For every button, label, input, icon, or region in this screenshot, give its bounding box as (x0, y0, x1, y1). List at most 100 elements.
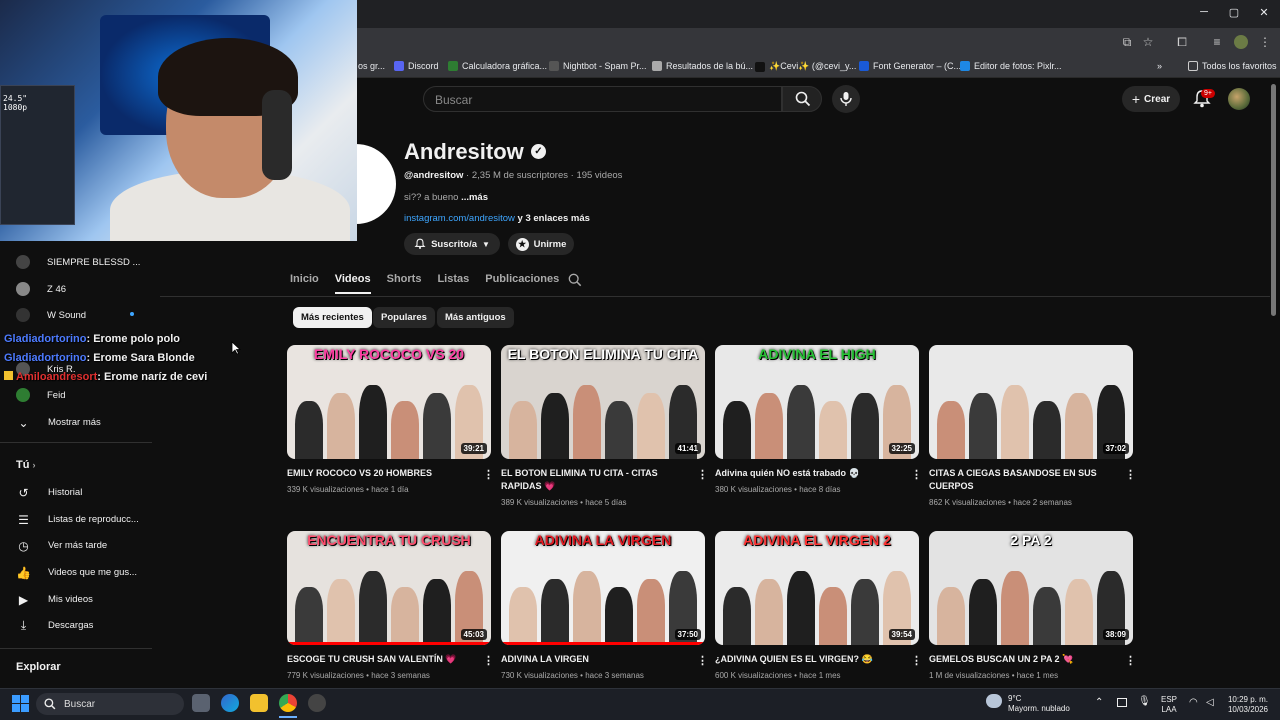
sidebar-subscription[interactable]: SIEMPRE BLESSD ... (16, 255, 140, 269)
video-thumbnail[interactable]: EL BOTON ELIMINA TU CITA 41:41 (501, 345, 705, 459)
video-card[interactable]: 37:02 CITAS A CIEGAS BASANDOSE EN SUS CUE… (929, 345, 1136, 507)
video-thumbnail[interactable]: ENCUENTRA TU CRUSH 45:03 (287, 531, 491, 645)
volume-icon[interactable]: ◁ (1206, 697, 1214, 708)
channel-search-icon[interactable] (568, 273, 582, 287)
install-app-icon[interactable]: ⧉ (1120, 35, 1134, 49)
video-card[interactable]: EL BOTON ELIMINA TU CITA 41:41 EL BOTON EL… (501, 345, 708, 507)
video-card[interactable]: EMILY ROCOCO VS 20 39:21 EMILY ROCOCO VS 2… (287, 345, 494, 495)
sidebar-item-history[interactable]: ↺ Historial (16, 485, 82, 500)
chrome-icon[interactable] (279, 694, 297, 712)
video-card[interactable]: ADIVINA EL HIGH 32:25 Adivina quién NO est… (715, 345, 922, 495)
tab-publicaciones[interactable]: Publicaciones (485, 273, 559, 294)
video-title[interactable]: Adivina quién NO está trabado 💀 (715, 467, 905, 480)
video-card[interactable]: ENCUENTRA TU CRUSH 45:03 ESCOGE TU CRUSH S… (287, 531, 494, 681)
video-thumbnail[interactable]: 37:02 (929, 345, 1133, 459)
video-thumbnail[interactable]: ADIVINA EL HIGH 32:25 (715, 345, 919, 459)
video-card[interactable]: ADIVINA LA VIRGEN 37:50 ADIVINA LA VIRGEN 7… (501, 531, 708, 681)
profile-icon[interactable] (1234, 35, 1248, 49)
voice-search-button[interactable] (832, 85, 860, 113)
minimize-button[interactable]: ─ (1196, 6, 1212, 18)
search-button[interactable] (782, 86, 822, 112)
create-button[interactable]: + Crear (1122, 86, 1180, 112)
video-menu-icon[interactable]: ⋮ (1125, 468, 1136, 481)
tray-chevron-up-icon[interactable]: ⌃ (1095, 697, 1103, 708)
video-title[interactable]: ¿ADIVINA QUIEN ES EL VIRGEN? 😂 (715, 653, 905, 666)
obs-icon[interactable] (308, 694, 326, 712)
bookmark-item[interactable]: Font Generator – (C... (859, 61, 961, 71)
video-title[interactable]: CITAS A CIEGAS BASANDOSE EN SUS CUERPOS (929, 467, 1119, 493)
weather-widget[interactable]: 9°C Mayorm. nublado (1008, 694, 1070, 714)
wifi-icon[interactable]: ◠ (1189, 697, 1198, 708)
sidebar-subscription[interactable]: W Sound (16, 308, 134, 322)
tab-listas[interactable]: Listas (437, 273, 469, 294)
subscribed-button[interactable]: Suscrito/a ▼ (404, 233, 500, 255)
maximize-button[interactable]: ▢ (1226, 6, 1242, 19)
tab-shorts[interactable]: Shorts (387, 273, 422, 294)
all-bookmarks-button[interactable]: Todos los favoritos (1188, 61, 1277, 71)
bookmark-item[interactable]: Calculadora gráfica... (448, 61, 547, 71)
filter-chip[interactable]: Populares (373, 307, 435, 328)
video-title[interactable]: ESCOGE TU CRUSH SAN VALENTÍN 💗 (287, 653, 477, 666)
show-more-button[interactable]: ⌄ Mostrar más (16, 415, 100, 430)
extensions-icon[interactable]: ⧠ (1175, 35, 1189, 49)
bookmark-item[interactable]: Editor de fotos: Pixlr... (960, 61, 1062, 71)
bookmark-item[interactable]: Nightbot - Spam Pr... (549, 61, 647, 71)
star-icon[interactable]: ☆ (1141, 35, 1155, 49)
you-section-header[interactable]: Tú › (16, 459, 36, 471)
browser-menu-icon[interactable]: ⋮ (1258, 35, 1272, 49)
search-input[interactable]: Buscar (423, 86, 782, 112)
video-menu-icon[interactable]: ⋮ (911, 468, 922, 481)
microphone-tray-icon[interactable]: 🎙 (1138, 696, 1151, 707)
video-thumbnail[interactable]: EMILY ROCOCO VS 20 39:21 (287, 345, 491, 459)
sidebar-item-like[interactable]: 👍 Videos que me gus... (16, 565, 137, 580)
network-icon[interactable] (1117, 698, 1127, 707)
sidebar-subscription[interactable]: Z 46 (16, 282, 66, 296)
media-control-icon[interactable]: ≡ (1210, 35, 1224, 49)
join-button[interactable]: ★ Unirme (508, 233, 574, 255)
channel-description[interactable]: si?? a bueno ...más (404, 192, 488, 203)
more-links[interactable]: y 3 enlaces más (515, 213, 590, 224)
video-menu-icon[interactable]: ⋮ (697, 654, 708, 667)
edge-icon[interactable] (221, 694, 239, 712)
video-thumbnail[interactable]: ADIVINA LA VIRGEN 37:50 (501, 531, 705, 645)
sidebar-item-my-videos[interactable]: ▶ Mis videos (16, 592, 93, 607)
bookmark-item[interactable]: ✨Cevi✨ (@cevi_y... (755, 61, 856, 72)
account-avatar[interactable] (1228, 88, 1250, 110)
bookmark-item[interactable]: os gr... (358, 61, 385, 71)
sidebar-subscription[interactable]: Feid (16, 388, 65, 402)
bookmark-item[interactable]: Discord (394, 61, 439, 71)
video-menu-icon[interactable]: ⋮ (697, 468, 708, 481)
language-indicator[interactable]: ESP LAA (1161, 695, 1177, 715)
windows-start-icon[interactable] (12, 695, 30, 713)
sidebar-item-download[interactable]: ⤓ Descargas (16, 618, 94, 633)
video-menu-icon[interactable]: ⋮ (483, 468, 494, 481)
video-title[interactable]: EMILY ROCOCO VS 20 HOMBRES (287, 467, 477, 480)
video-title[interactable]: ADIVINA LA VIRGEN (501, 653, 691, 666)
bookmark-item[interactable]: Resultados de la bú... (652, 61, 753, 71)
sidebar-item-watch-later[interactable]: ◷ Ver más tarde (16, 538, 107, 553)
video-menu-icon[interactable]: ⋮ (1125, 654, 1136, 667)
video-card[interactable]: ADIVINA EL VIRGEN 2 39:54 ¿ADIVINA QUIEN E… (715, 531, 922, 681)
instagram-link[interactable]: instagram.com/andresitow (404, 213, 515, 224)
video-thumbnail[interactable]: ADIVINA EL VIRGEN 2 39:54 (715, 531, 919, 645)
video-title[interactable]: GEMELOS BUSCAN UN 2 PA 2 💘 (929, 653, 1119, 666)
more-bookmarks-button[interactable]: » (1157, 61, 1162, 71)
filter-chip[interactable]: Más antiguos (437, 307, 514, 328)
taskbar-search[interactable]: Buscar (36, 693, 184, 715)
video-title[interactable]: EL BOTON ELIMINA TU CITA - CITAS RAPIDAS… (501, 467, 691, 493)
filter-chip[interactable]: Más recientes (293, 307, 372, 328)
video-thumbnail[interactable]: 2 PA 2 38:09 (929, 531, 1133, 645)
page-scrollbar[interactable] (1271, 84, 1276, 316)
file-explorer-icon[interactable] (250, 694, 268, 712)
channel-links[interactable]: instagram.com/andresitow y 3 enlaces más (404, 213, 590, 224)
video-card[interactable]: 2 PA 2 38:09 GEMELOS BUSCAN UN 2 PA 2 💘 1 M… (929, 531, 1136, 681)
task-view-icon[interactable] (192, 694, 210, 712)
video-menu-icon[interactable]: ⋮ (483, 654, 494, 667)
tab-inicio[interactable]: Inicio (290, 273, 319, 294)
close-window-button[interactable]: ✕ (1256, 6, 1272, 19)
sidebar-item-playlists[interactable]: ☰ Listas de reproducc... (16, 512, 139, 527)
description-more[interactable]: ...más (461, 192, 488, 203)
clock[interactable]: 10:29 p. m. 10/03/2026 (1224, 695, 1268, 715)
tab-videos[interactable]: Videos (334, 273, 371, 294)
video-menu-icon[interactable]: ⋮ (911, 654, 922, 667)
